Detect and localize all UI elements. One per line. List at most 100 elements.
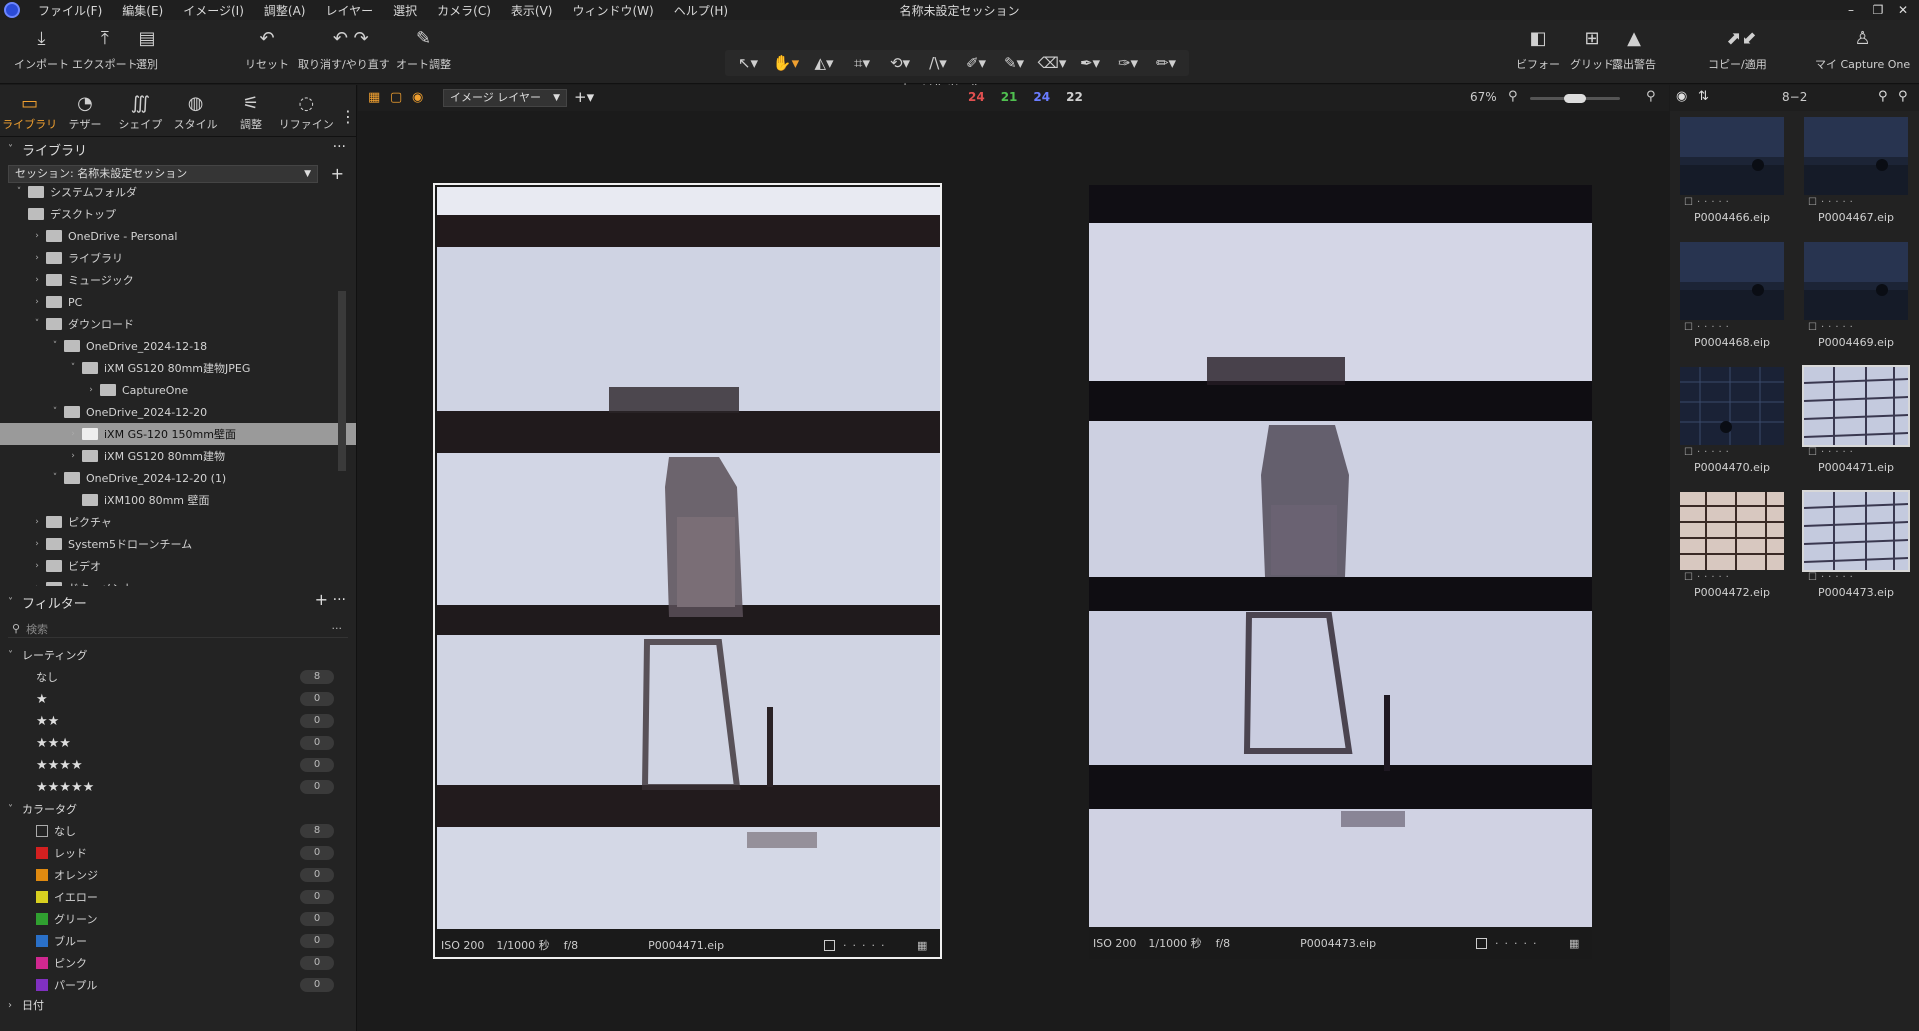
color-tag-checkbox[interactable] [1476,937,1487,949]
undo-redo-button[interactable]: ↶ ↷ 取り消す/やり直す [298,28,390,72]
zoom-thumb-icon[interactable]: ⚲ [1878,89,1888,104]
thumbnail[interactable]: ☐····· P0004469.eip [1804,242,1908,349]
tree-row[interactable]: › OneDrive - Personal [0,225,356,247]
filter-section-header[interactable]: ˅ フィルター + ··· [0,590,356,614]
thumbnail[interactable]: ☐····· P0004466.eip [1680,117,1784,224]
loupe-cursor-icon[interactable]: ◭▾ [807,52,841,74]
chevron-right-icon[interactable]: › [30,583,44,586]
brush-cursor-icon[interactable]: ✎▾ [997,52,1031,74]
tree-row[interactable]: › ミュージック [0,269,356,291]
more-tabs-icon[interactable]: ⋮ [340,107,356,136]
close-icon[interactable]: ✕ [1885,0,1919,20]
colortag-filter-row[interactable]: ブルー 0 [0,930,356,952]
search-icon[interactable]: ⚲ [1898,89,1908,104]
chevron-right-icon[interactable]: › [66,429,80,439]
tree-row[interactable]: デスクトップ [0,203,356,225]
chevron-right-icon[interactable]: › [30,517,44,527]
more-icon[interactable]: ··· [332,622,343,635]
tab-folder[interactable]: ▭ ライブラリ [2,92,57,136]
reset-button[interactable]: ↶ リセット [245,28,289,72]
before-button[interactable]: ◧ ビフォー [1516,28,1560,72]
chevron-right-icon[interactable]: › [30,561,44,571]
photo-image[interactable] [437,187,940,929]
chevron-right-icon[interactable]: › [30,275,44,285]
tree-row[interactable]: ˅ iXM GS120 80mm建物JPEG [0,357,356,379]
tree-row[interactable]: iXM100 80mm 壁面 [0,489,356,511]
zoom-slider[interactable] [1530,94,1620,103]
colortag-filter-row[interactable]: パープル 0 [0,974,356,996]
photo-frame-selected[interactable]: ISO 200 1/1000 秒 f/8 P0004471.eip ····· … [433,183,942,959]
date-header[interactable]: › 日付 [0,996,356,1014]
single-view-icon[interactable]: ▢ [390,90,402,105]
rating-dots[interactable]: ····· [1495,937,1542,950]
thumbnail-rating-dots[interactable]: ☐····· [1804,570,1908,586]
thumbnail-image[interactable] [1680,117,1784,195]
rating-filter-row[interactable]: なし 8 [0,666,356,688]
zoom-out-icon[interactable]: ⚲ [1508,89,1518,104]
menu-item-2[interactable]: イメージ(I) [173,2,254,19]
spot-cursor-icon[interactable]: ✐▾ [959,52,993,74]
thumbnail[interactable]: ☐····· P0004467.eip [1804,117,1908,224]
eraser-cursor-icon[interactable]: ⌫▾ [1035,52,1069,74]
grid-button[interactable]: ⊞ グリッド [1570,28,1614,72]
thumbnail-rating-dots[interactable]: ☐····· [1804,195,1908,211]
chevron-down-icon[interactable]: ˅ [48,407,62,417]
photo-image[interactable] [1089,185,1592,927]
rating-dots[interactable]: ····· [843,939,890,952]
tree-row[interactable]: ˅ ダウンロード [0,313,356,335]
menu-item-3[interactable]: 調整(A) [254,2,316,19]
rating-header[interactable]: ˅ レーティング [0,644,356,666]
chevron-right-icon[interactable]: › [30,231,44,241]
tree-row[interactable]: › PC [0,291,356,313]
colortag-filter-row[interactable]: グリーン 0 [0,908,356,930]
rating-filter-row[interactable]: ★★★★ 0 [0,754,356,776]
grid-view-icon[interactable]: ▦ [368,90,380,105]
menu-item-7[interactable]: 表示(V) [501,2,563,19]
layer-select[interactable]: イメージ レイヤー ▼ [443,89,567,107]
thumbnail-image[interactable] [1804,242,1908,320]
my-capture-one-button[interactable]: ♙ マイ Capture One [1815,28,1910,72]
rating-filter-row[interactable]: ★★ 0 [0,710,356,732]
tree-row[interactable]: ˅ OneDrive_2024-12-20 [0,401,356,423]
more-icon[interactable]: ··· [333,139,346,155]
chevron-right-icon[interactable]: › [84,385,98,395]
tree-row[interactable]: ›ドキュメント [0,577,356,586]
tab-style[interactable]: ◍ スタイル [168,92,223,136]
pan-cursor-icon[interactable]: ✋▾ [769,52,803,74]
tree-row[interactable]: ˅ OneDrive_2024-12-18 [0,335,356,357]
thumbnail-rating-dots[interactable]: ☐····· [1804,320,1908,336]
copy-apply-button[interactable]: ⬈⬋ コピー/適用 [1708,28,1767,72]
crop-cursor-icon[interactable]: ⌗▾ [845,52,879,74]
zoom-slider-thumb[interactable] [1564,94,1586,103]
rotate-cursor-icon[interactable]: ⟲▾ [883,52,917,74]
menu-item-0[interactable]: ファイル(F) [28,2,112,19]
tree-row[interactable]: › ビデオ [0,555,356,577]
library-section-header[interactable]: ˅ ライブラリ ··· [0,137,356,161]
chevron-down-icon[interactable]: ˅ [12,187,26,197]
chevron-right-icon[interactable]: › [30,539,44,549]
export-button[interactable]: ⤒ エクスポート [72,28,138,72]
tab-refine[interactable]: ◌ リファイン [279,92,334,136]
thumbnail[interactable]: ☐····· P0004471.eip [1802,365,1910,474]
keystone-cursor-icon[interactable]: /\▾ [921,52,955,74]
add-icon[interactable]: + [315,590,328,609]
thumbnail-image[interactable] [1680,492,1784,570]
chevron-down-icon[interactable]: ˅ [48,341,62,351]
photo-frame[interactable]: ISO 200 1/1000 秒 f/8 P0004473.eip ····· … [1089,185,1592,959]
filter-search[interactable]: ⚲ 検索 ··· [8,620,348,638]
thumbnail[interactable]: ☐····· P0004473.eip [1802,490,1910,599]
thumbnail-image[interactable] [1802,365,1910,447]
import-button[interactable]: ⤓ インポート [14,28,69,72]
menu-item-9[interactable]: ヘルプ(H) [664,2,738,19]
add-layer-icon[interactable]: +▾ [574,88,594,106]
thumbnail-rating-dots[interactable]: ☐····· [1680,195,1784,211]
tree-row[interactable]: ˅ OneDrive_2024-12-20 (1) [0,467,356,489]
chevron-right-icon[interactable]: › [30,253,44,263]
thumbnail-rating-dots[interactable]: ☐····· [1680,320,1784,336]
sort-icon[interactable]: ⇅ [1698,89,1709,104]
menu-item-4[interactable]: レイヤー [315,2,383,19]
picker-cursor-icon[interactable]: ✒▾ [1073,52,1107,74]
colortag-filter-row[interactable]: レッド 0 [0,842,356,864]
auto-adjust-button[interactable]: ✎ オート調整 [396,28,451,72]
thumbnail[interactable]: ☐····· P0004470.eip [1680,367,1784,474]
